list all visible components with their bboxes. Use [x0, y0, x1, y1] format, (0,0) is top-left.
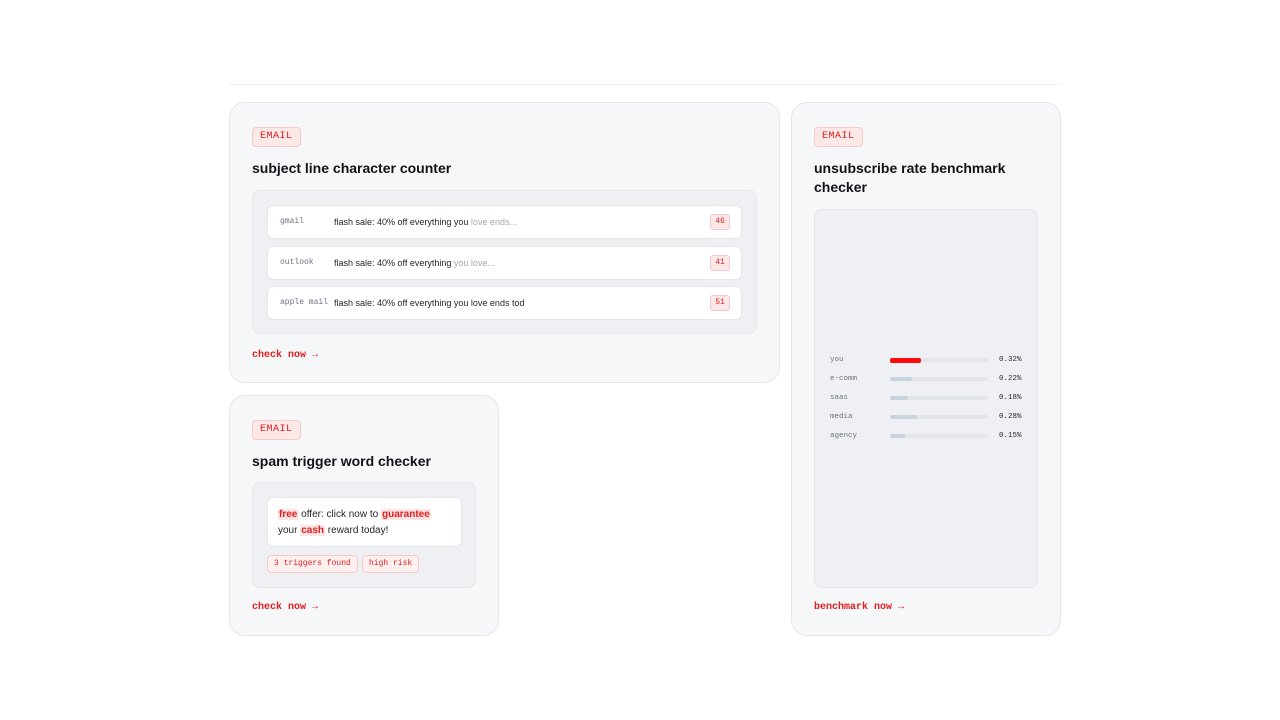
benchmark-bar-track [890, 357, 988, 363]
client-row-outlook: outlook flash sale: 40% off everything y… [267, 246, 742, 280]
card-title: unsubscribe rate benchmark checker [814, 160, 1006, 195]
subject-line-counter-card: EMAIL subject line character counter gma… [229, 102, 780, 383]
benchmark-value: 0.15% [999, 432, 1022, 440]
client-name: gmail [280, 217, 305, 226]
trigger-word: cash [300, 525, 326, 536]
benchmark-value: 0.32% [999, 356, 1022, 364]
email-badge: EMAIL [252, 127, 301, 147]
benchmark-label: media [830, 413, 853, 421]
triggers-found-pill: 3 triggers found [267, 555, 358, 573]
char-count-badge: 41 [710, 255, 730, 271]
benchmark-bar-fill [890, 434, 905, 438]
subject-preview: flash sale: 40% off everything you love … [334, 298, 525, 308]
check-now-link[interactable]: check now → [252, 602, 318, 614]
benchmark-row-agency: agency 0.15% [830, 430, 1025, 442]
char-count-badge: 51 [710, 295, 730, 311]
benchmark-bar-track [890, 377, 988, 381]
spam-trigger-card: EMAIL spam trigger word checker free off… [229, 395, 499, 636]
benchmark-bar-fill [890, 377, 912, 381]
spam-check-panel: free offer: click now to guarantee your … [252, 482, 476, 588]
spam-text-preview: free offer: click now to guarantee your … [267, 497, 462, 547]
email-badge: EMAIL [814, 127, 863, 147]
client-name: outlook [280, 258, 314, 267]
card-title: spam trigger word checker [252, 453, 431, 469]
risk-level-pill: high risk [362, 555, 420, 573]
benchmark-bar-track [890, 415, 988, 419]
benchmark-bar-track [890, 434, 988, 438]
subject-preview: flash sale: 40% off everything you love.… [334, 258, 495, 268]
email-badge: EMAIL [252, 420, 301, 440]
top-divider [229, 84, 1061, 85]
benchmark-bar-track [890, 396, 988, 400]
trigger-word: guarantee [381, 509, 431, 520]
benchmark-value: 0.28% [999, 413, 1022, 421]
benchmark-label: e-comm [830, 375, 858, 383]
benchmark-label: you [830, 356, 844, 364]
client-row-gmail: gmail flash sale: 40% off everything you… [267, 205, 742, 239]
subject-preview: flash sale: 40% off everything you love … [334, 217, 517, 227]
benchmark-row-saas: saas 0.18% [830, 392, 1025, 404]
unsubscribe-benchmark-card: EMAIL unsubscribe rate benchmark checker… [791, 102, 1061, 636]
benchmark-row-media: media 0.28% [830, 411, 1025, 423]
card-title: subject line character counter [252, 160, 452, 176]
benchmark-row-you: you 0.32% [830, 354, 1025, 366]
benchmark-now-link[interactable]: benchmark now → [814, 602, 904, 614]
benchmark-label: agency [830, 432, 858, 440]
client-name: apple mail [280, 298, 329, 307]
benchmark-panel: you 0.32% e-comm 0.22% saas 0.18% media 0.28% ag… [814, 209, 1038, 588]
benchmark-bar-fill [890, 357, 921, 363]
benchmark-bar-fill [890, 396, 908, 400]
check-now-link[interactable]: check now → [252, 350, 318, 362]
client-row-apple-mail: apple mail flash sale: 40% off everythin… [267, 286, 742, 320]
benchmark-row-e-comm: e-comm 0.22% [830, 373, 1025, 385]
benchmark-label: saas [830, 394, 849, 402]
client-preview-panel: gmail flash sale: 40% off everything you… [252, 190, 757, 334]
benchmark-value: 0.18% [999, 394, 1022, 402]
benchmark-value: 0.22% [999, 375, 1022, 383]
benchmark-bar-fill [890, 415, 917, 419]
trigger-word: free [278, 509, 299, 520]
char-count-badge: 46 [710, 214, 730, 230]
